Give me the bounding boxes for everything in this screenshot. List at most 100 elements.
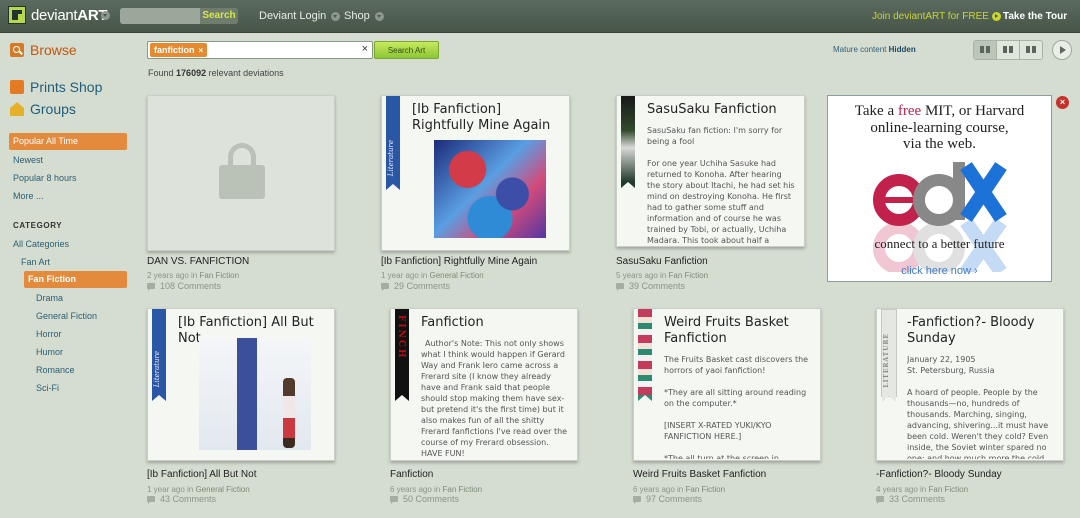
sort-newest[interactable]: Newest	[13, 155, 43, 165]
deviation-title[interactable]: Fanfiction	[390, 469, 433, 480]
deviation-title[interactable]: [Ib Fanfiction] All But Not	[147, 469, 257, 480]
lock-icon	[219, 143, 265, 199]
literature-ribbon: Literature	[152, 309, 166, 401]
prints-shop-label: Prints Shop	[30, 79, 103, 95]
top-search-button[interactable]: Search	[200, 8, 238, 24]
deviation-comments[interactable]: 33 Comments	[876, 494, 945, 504]
sort-popular-all-time[interactable]: Popular All Time	[9, 133, 127, 150]
comments-count: 50 Comments	[403, 494, 460, 504]
cover-ribbon	[621, 96, 635, 188]
category-romance[interactable]: Romance	[36, 365, 75, 375]
deviation-meta: 6 years ago in Fan Fiction	[390, 485, 482, 494]
ribbon-label: FINCH	[396, 315, 406, 360]
remove-tag-icon[interactable]: ×	[199, 46, 204, 55]
chevron-down-icon	[331, 11, 341, 21]
edx-advertisement[interactable]: Take a free MIT, or Harvard online-learn…	[827, 95, 1052, 282]
category-sci-fi[interactable]: Sci-Fi	[36, 383, 59, 393]
take-tour-link[interactable]: Take the Tour	[1003, 11, 1067, 22]
deviation-thumbnail[interactable]: LITERATURE -Fanfiction?- Bloody Sunday J…	[876, 308, 1064, 461]
groups-link[interactable]: Groups	[10, 101, 76, 117]
deviation-age: 6 years ago in	[390, 485, 441, 494]
thumbnail-title: SasuSaku Fanfiction	[647, 102, 777, 117]
sort-more[interactable]: More ...	[13, 191, 44, 201]
clear-search-icon[interactable]: ×	[362, 43, 368, 55]
ribbon-label: LITERATURE	[883, 333, 890, 388]
deviation-thumbnail[interactable]: Literature [Ib Fanfiction] All But Not	[147, 308, 335, 461]
comment-icon	[147, 283, 155, 291]
deviation-thumbnail[interactable]: Literature [Ib Fanfiction] Rightfully Mi…	[381, 95, 570, 251]
deviant-login-menu[interactable]: Deviant Login	[259, 10, 341, 22]
ribbon-label: Literature	[387, 139, 395, 176]
close-ad-icon[interactable]: ×	[1056, 96, 1069, 109]
search-tag-label: fanfiction	[154, 45, 195, 55]
browse-link[interactable]: Browse	[10, 42, 77, 58]
deviation-comments[interactable]: 108 Comments	[147, 281, 221, 291]
chevron-right-icon	[991, 11, 1001, 21]
grid-view-icon[interactable]	[997, 41, 1020, 59]
deviation-thumbnail[interactable]: FINCH Fanfiction Author's Note: This not…	[390, 308, 578, 461]
deviation-title[interactable]: Weird Fruits Basket Fanfiction	[633, 469, 766, 480]
category-fan-art[interactable]: Fan Art	[21, 257, 50, 267]
deviation-title[interactable]: [Ib Fanfiction] Rightfully Mine Again	[381, 256, 537, 267]
deviation-category[interactable]: Fan Fiction	[200, 271, 240, 280]
deviation-category[interactable]: Fan Fiction	[443, 485, 483, 494]
deviantart-logo[interactable]: deviantART	[8, 6, 108, 24]
ad-cta-link[interactable]: click here now ›	[828, 265, 1051, 277]
deviation-category[interactable]: General Fiction	[430, 271, 484, 280]
house-icon	[10, 102, 24, 116]
join-link[interactable]: Join deviantART for FREE	[872, 11, 1001, 22]
category-all[interactable]: All Categories	[13, 239, 69, 249]
list-view-icon[interactable]	[974, 41, 997, 59]
browse-label: Browse	[30, 42, 77, 58]
category-humor[interactable]: Humor	[36, 347, 63, 357]
results-count: Found 176092 relevant deviations	[148, 68, 284, 78]
thumbnail-title: Weird Fruits Basket Fanfiction	[664, 315, 789, 346]
deviation-thumbnail[interactable]	[147, 95, 335, 251]
deviation-comments[interactable]: 29 Comments	[381, 281, 450, 291]
deviation-comments[interactable]: 39 Comments	[616, 281, 685, 291]
sort-popular-8-hours[interactable]: Popular 8 hours	[13, 173, 77, 183]
deviation-age: 4 years ago in	[876, 485, 927, 494]
comments-count: 39 Comments	[629, 281, 686, 291]
deviantart-logo-icon	[8, 6, 26, 24]
chevron-down-icon	[374, 11, 384, 21]
thumbnail-excerpt: SasuSaku fan fiction: I'm sorry for bein…	[647, 126, 795, 245]
thumbnail-image	[434, 140, 546, 238]
deviation-thumbnail[interactable]: SasuSaku Fanfiction SasuSaku fan fiction…	[616, 95, 805, 247]
top-search-input[interactable]	[120, 8, 200, 24]
literature-ribbon: LITERATURE	[881, 309, 897, 402]
chevron-down-icon[interactable]	[101, 11, 110, 20]
deviation-category[interactable]: Fan Fiction	[686, 485, 726, 494]
category-horror[interactable]: Horror	[36, 329, 62, 339]
search-art-button[interactable]: Search Art	[374, 41, 439, 59]
deviation-comments[interactable]: 97 Comments	[633, 494, 702, 504]
cover-ribbon	[638, 309, 652, 401]
mature-content-toggle[interactable]: Mature content Hidden	[833, 45, 916, 54]
found-prefix: Found	[148, 68, 174, 78]
shop-menu[interactable]: Shop	[344, 10, 384, 22]
search-input[interactable]: fanfiction × ×	[147, 41, 373, 59]
deviation-title[interactable]: DAN VS. FANFICTION	[147, 256, 249, 267]
comment-icon	[381, 283, 389, 291]
deviation-title[interactable]: -Fanfiction?- Bloody Sunday	[876, 469, 1002, 480]
category-general-fiction[interactable]: General Fiction	[36, 311, 97, 321]
deviation-meta: 4 years ago in Fan Fiction	[876, 485, 968, 494]
comment-view-icon[interactable]	[1020, 41, 1042, 59]
category-fan-fiction[interactable]: Fan Fiction	[24, 271, 127, 288]
finch-ribbon: FINCH	[395, 309, 409, 401]
deviation-thumbnail[interactable]: Weird Fruits Basket Fanfiction The Fruit…	[633, 308, 821, 461]
deviation-comments[interactable]: 50 Comments	[390, 494, 459, 504]
category-drama[interactable]: Drama	[36, 293, 63, 303]
deviation-category[interactable]: Fan Fiction	[669, 271, 709, 280]
deviation-category[interactable]: General Fiction	[196, 485, 250, 494]
deviation-title[interactable]: SasuSaku Fanfiction	[616, 256, 708, 267]
comments-count: 29 Comments	[394, 281, 451, 291]
comments-count: 97 Comments	[646, 494, 703, 504]
play-icon[interactable]	[1052, 40, 1072, 60]
thumbnail-excerpt: January 22, 1905 St. Petersburg, Russia …	[907, 355, 1049, 459]
search-tag[interactable]: fanfiction ×	[150, 43, 208, 57]
deviation-category[interactable]: Fan Fiction	[929, 485, 969, 494]
deviation-meta: 6 years ago in Fan Fiction	[633, 485, 725, 494]
prints-shop-link[interactable]: Prints Shop	[10, 79, 102, 95]
deviation-comments[interactable]: 43 Comments	[147, 494, 216, 504]
